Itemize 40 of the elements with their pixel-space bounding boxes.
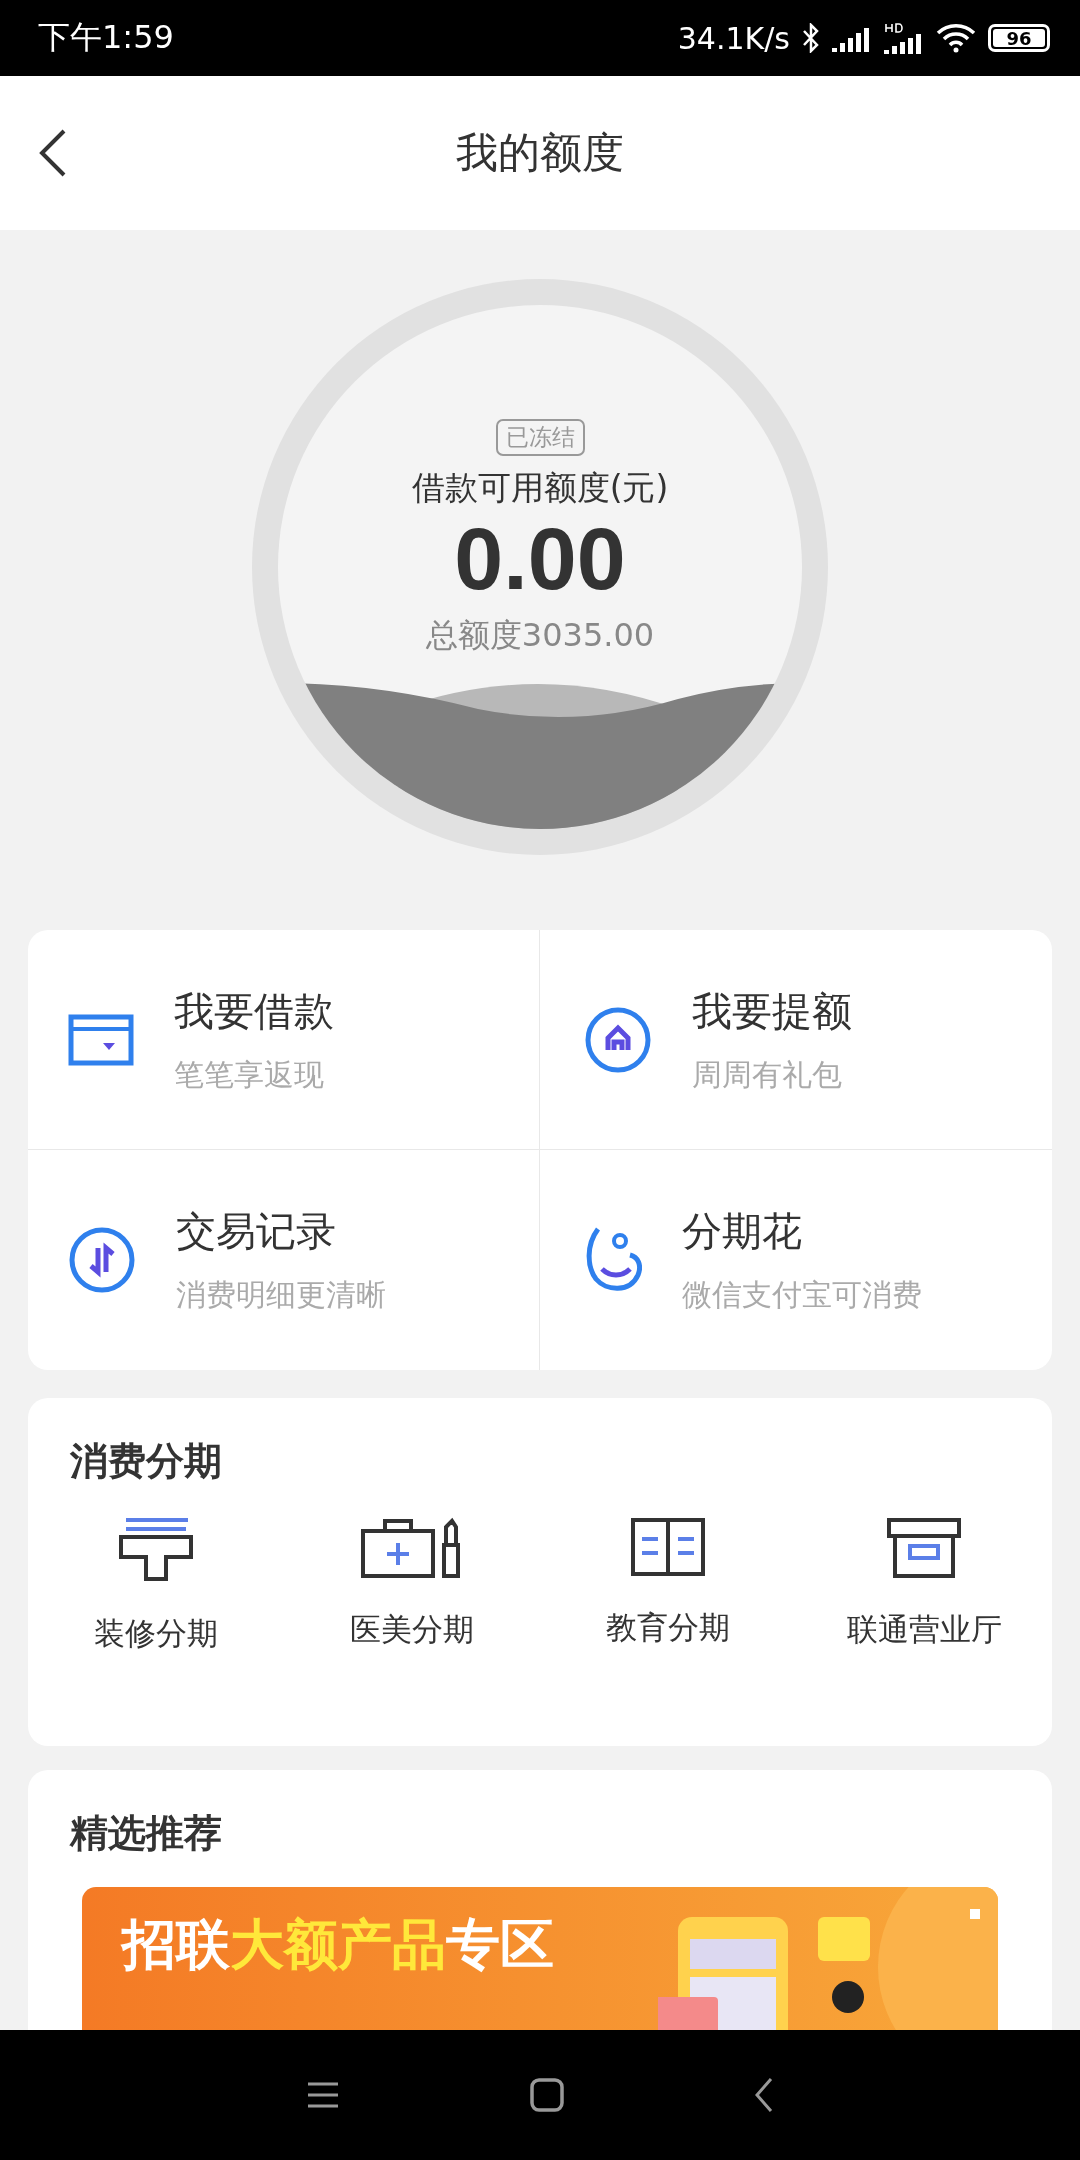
house-up-icon: [584, 1005, 652, 1074]
action-tile[interactable]: 分期花 微信支付宝可消费: [540, 1150, 1052, 1370]
menu-icon[interactable]: [306, 2081, 340, 2109]
action-title: 交易记录: [176, 1207, 337, 1256]
action-subtitle: 笔笔享返现: [174, 1055, 325, 1094]
banner-title: 招联大额产品专区: [122, 1913, 554, 1978]
bluetooth-icon: [802, 23, 820, 53]
book-icon: [630, 1517, 706, 1577]
action-title: 我要提额: [692, 986, 852, 1036]
back-icon[interactable]: [754, 2077, 774, 2113]
installment-label[interactable]: 联通营业厅: [846, 1609, 1002, 1651]
box-icon: [886, 1517, 962, 1579]
wifi-icon: [936, 23, 976, 53]
back-icon[interactable]: [38, 128, 68, 178]
installment-label[interactable]: 装修分期: [94, 1613, 218, 1655]
available-label: 借款可用额度(元): [411, 467, 669, 509]
action-tile[interactable]: 我要借款 笔笔享返现: [28, 930, 540, 1150]
frozen-badge: 已冻结: [495, 419, 585, 456]
roller-icon: [118, 1517, 194, 1583]
available-amount: 0.00: [454, 511, 626, 608]
installment-label[interactable]: 医美分期: [350, 1609, 474, 1651]
clock: 下午1:59: [38, 17, 174, 58]
card-icon: [68, 1013, 134, 1066]
installment-label[interactable]: 教育分期: [606, 1607, 730, 1649]
action-title: 我要借款: [174, 986, 334, 1036]
section-title: 消费分期: [69, 1438, 223, 1485]
section-title: 精选推荐: [68, 1810, 223, 1857]
action-title: 分期花: [682, 1207, 803, 1256]
page-title: 我的额度: [456, 127, 624, 179]
total-limit: 总额度3035.00: [425, 614, 655, 656]
action-subtitle: 微信支付宝可消费: [682, 1276, 922, 1314]
action-tile[interactable]: 我要提额 周周有礼包: [540, 930, 1052, 1150]
signal-icon: [884, 22, 924, 54]
action-tile[interactable]: 交易记录 消费明细更清晰: [28, 1150, 540, 1370]
home-icon[interactable]: [530, 2078, 564, 2112]
action-subtitle: 周周有礼包: [692, 1055, 843, 1094]
exchange-icon: [68, 1226, 136, 1294]
action-subtitle: 消费明细更清晰: [176, 1276, 386, 1314]
battery-icon: 96: [988, 24, 1050, 52]
network-speed: 34.1K/s: [677, 20, 790, 56]
